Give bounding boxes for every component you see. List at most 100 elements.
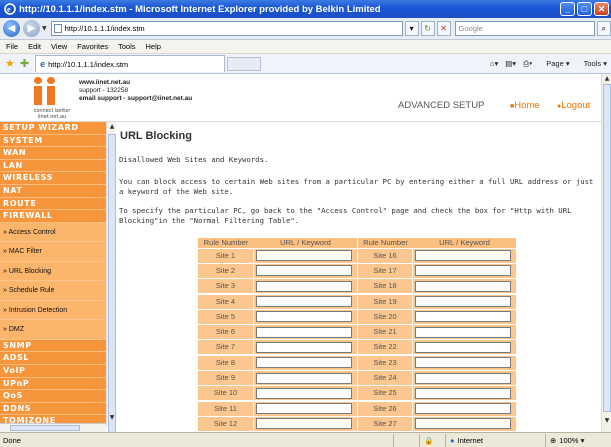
sidebar-item[interactable]: ADSL — [0, 352, 106, 365]
sidebar-item[interactable]: SETUP WIZARD — [0, 122, 106, 135]
sidebar-scrollbar[interactable]: ▲ ▼ — [106, 122, 116, 432]
minimize-button[interactable]: _ — [560, 2, 575, 16]
sidebar-item[interactable]: FIREWALL — [0, 210, 106, 223]
print-icon[interactable]: ⎙▾ — [523, 59, 532, 69]
url-keyword-input[interactable] — [256, 265, 352, 277]
search-icon[interactable]: ⌕ — [596, 21, 611, 36]
url-keyword-input[interactable] — [415, 296, 511, 308]
new-tab-button[interactable] — [227, 56, 262, 71]
sidebar-hscroll-thumb[interactable] — [10, 425, 80, 431]
url-keyword-cell — [413, 325, 516, 340]
rule-number-cell: Site 9 — [198, 371, 253, 386]
url-keyword-input[interactable] — [415, 341, 511, 353]
menu-file[interactable]: File — [6, 42, 18, 51]
sidebar-item[interactable]: SYSTEM — [0, 134, 106, 148]
sidebar-item[interactable]: NAT — [0, 184, 106, 198]
main-scroll-thumb[interactable] — [603, 84, 611, 412]
url-keyword-input[interactable] — [256, 403, 352, 415]
table-row: Site 21 — [358, 324, 516, 340]
sidebar-item[interactable]: UPnP — [0, 377, 106, 391]
url-keyword-cell — [254, 325, 357, 340]
browser-tab[interactable]: e http://10.1.1.1/index.stm — [35, 55, 226, 72]
sidebar-item[interactable]: » DMZ — [0, 320, 106, 340]
scroll-up-icon[interactable]: ▲ — [108, 123, 116, 132]
table-row: Site 19 — [358, 294, 516, 309]
history-dropdown-icon[interactable]: ▼ — [42, 25, 47, 32]
scroll-up-icon[interactable]: ▲ — [603, 75, 611, 84]
sidebar-item[interactable]: WAN — [0, 147, 106, 160]
website-text: www.iinet.net.au — [79, 79, 131, 86]
sidebar-item[interactable]: VoIP — [0, 364, 106, 378]
url-keyword-input[interactable] — [415, 357, 511, 369]
sidebar-item[interactable]: DDNS — [0, 402, 106, 416]
sidebar-item[interactable]: » URL Blocking — [0, 261, 106, 282]
sidebar-item[interactable]: SNMP — [0, 339, 106, 353]
close-button[interactable]: ✕ — [594, 2, 609, 16]
url-keyword-input[interactable] — [415, 280, 511, 292]
table-row: Site 23 — [358, 355, 516, 370]
url-keyword-input[interactable] — [256, 326, 352, 338]
sidebar-item[interactable]: » MAC Filter — [0, 242, 106, 262]
stop-icon[interactable]: ✕ — [436, 21, 451, 36]
scroll-down-icon[interactable]: ▼ — [108, 414, 116, 423]
url-keyword-input[interactable] — [415, 403, 511, 415]
url-keyword-cell — [254, 263, 357, 278]
menu-tools[interactable]: Tools — [118, 42, 136, 51]
sidebar-item[interactable]: » Schedule Rule — [0, 281, 106, 301]
menu-view[interactable]: View — [51, 42, 67, 51]
url-keyword-input[interactable] — [415, 387, 511, 399]
sidebar-hscrollbar[interactable] — [0, 423, 106, 432]
sidebar-item[interactable]: » Access Control — [0, 222, 106, 243]
url-keyword-input[interactable] — [256, 311, 352, 323]
address-dropdown-icon[interactable]: ▾ — [404, 21, 419, 36]
url-keyword-input[interactable] — [415, 311, 511, 323]
search-input[interactable]: Google — [454, 21, 595, 36]
table-row: Site 24 — [358, 370, 516, 386]
url-keyword-input[interactable] — [256, 357, 352, 369]
scroll-down-icon[interactable]: ▼ — [603, 417, 611, 426]
home-icon[interactable]: ⌂▾ — [490, 59, 498, 68]
sidebar-item[interactable]: LAN — [0, 159, 106, 173]
url-keyword-input[interactable] — [415, 265, 511, 277]
url-keyword-cell — [254, 248, 357, 263]
maximize-button[interactable]: □ — [577, 2, 592, 16]
sidebar-item[interactable]: ROUTE — [0, 197, 106, 211]
url-keyword-input[interactable] — [256, 418, 352, 430]
menu-help[interactable]: Help — [146, 42, 161, 51]
address-bar[interactable]: http://10.1.1.1/index.stm — [50, 21, 403, 36]
sidebar-item[interactable]: » Intrusion Detection — [0, 300, 106, 321]
favorites-star-icon[interactable]: ★ — [5, 57, 15, 70]
forward-button[interactable]: ▶ — [23, 20, 40, 37]
url-keyword-input[interactable] — [256, 341, 352, 353]
url-keyword-input[interactable] — [415, 418, 511, 430]
sidebar-item[interactable]: QoS — [0, 390, 106, 403]
sidebar-scroll-thumb[interactable] — [108, 134, 116, 432]
url-keyword-cell — [254, 371, 357, 386]
tools-menu[interactable]: Tools ▾ — [577, 59, 607, 68]
table-header: Rule Number URL / Keyword — [358, 238, 516, 248]
url-keyword-input[interactable] — [256, 280, 352, 292]
back-button[interactable]: ◀ — [3, 20, 20, 37]
url-keyword-input[interactable] — [256, 372, 352, 384]
url-keyword-input[interactable] — [415, 250, 511, 262]
rule-number-cell: Site 19 — [358, 294, 412, 309]
url-keyword-cell — [254, 355, 357, 370]
main-scrollbar[interactable]: ▲ ▼ — [601, 74, 611, 432]
table-row: Site 18 — [358, 279, 516, 294]
page-menu[interactable]: Page ▾ — [539, 59, 569, 68]
zoom-control[interactable]: ⊕ 100% ▾ — [545, 433, 611, 447]
url-keyword-input[interactable] — [256, 296, 352, 308]
home-link[interactable]: ■Home — [510, 100, 540, 111]
refresh-icon[interactable]: ↻ — [420, 21, 435, 36]
logout-link[interactable]: ●Logout — [557, 100, 590, 111]
add-favorites-icon[interactable]: ✚ — [20, 57, 29, 70]
url-keyword-input[interactable] — [415, 326, 511, 338]
url-keyword-input[interactable] — [256, 387, 352, 399]
menu-edit[interactable]: Edit — [28, 42, 41, 51]
feeds-icon[interactable]: ▤▾ — [505, 59, 516, 68]
menu-favorites[interactable]: Favorites — [77, 42, 108, 51]
url-keyword-input[interactable] — [256, 250, 352, 262]
url-keyword-cell — [254, 386, 357, 401]
url-keyword-input[interactable] — [415, 372, 511, 384]
sidebar-item[interactable]: WIRELESS — [0, 172, 106, 185]
